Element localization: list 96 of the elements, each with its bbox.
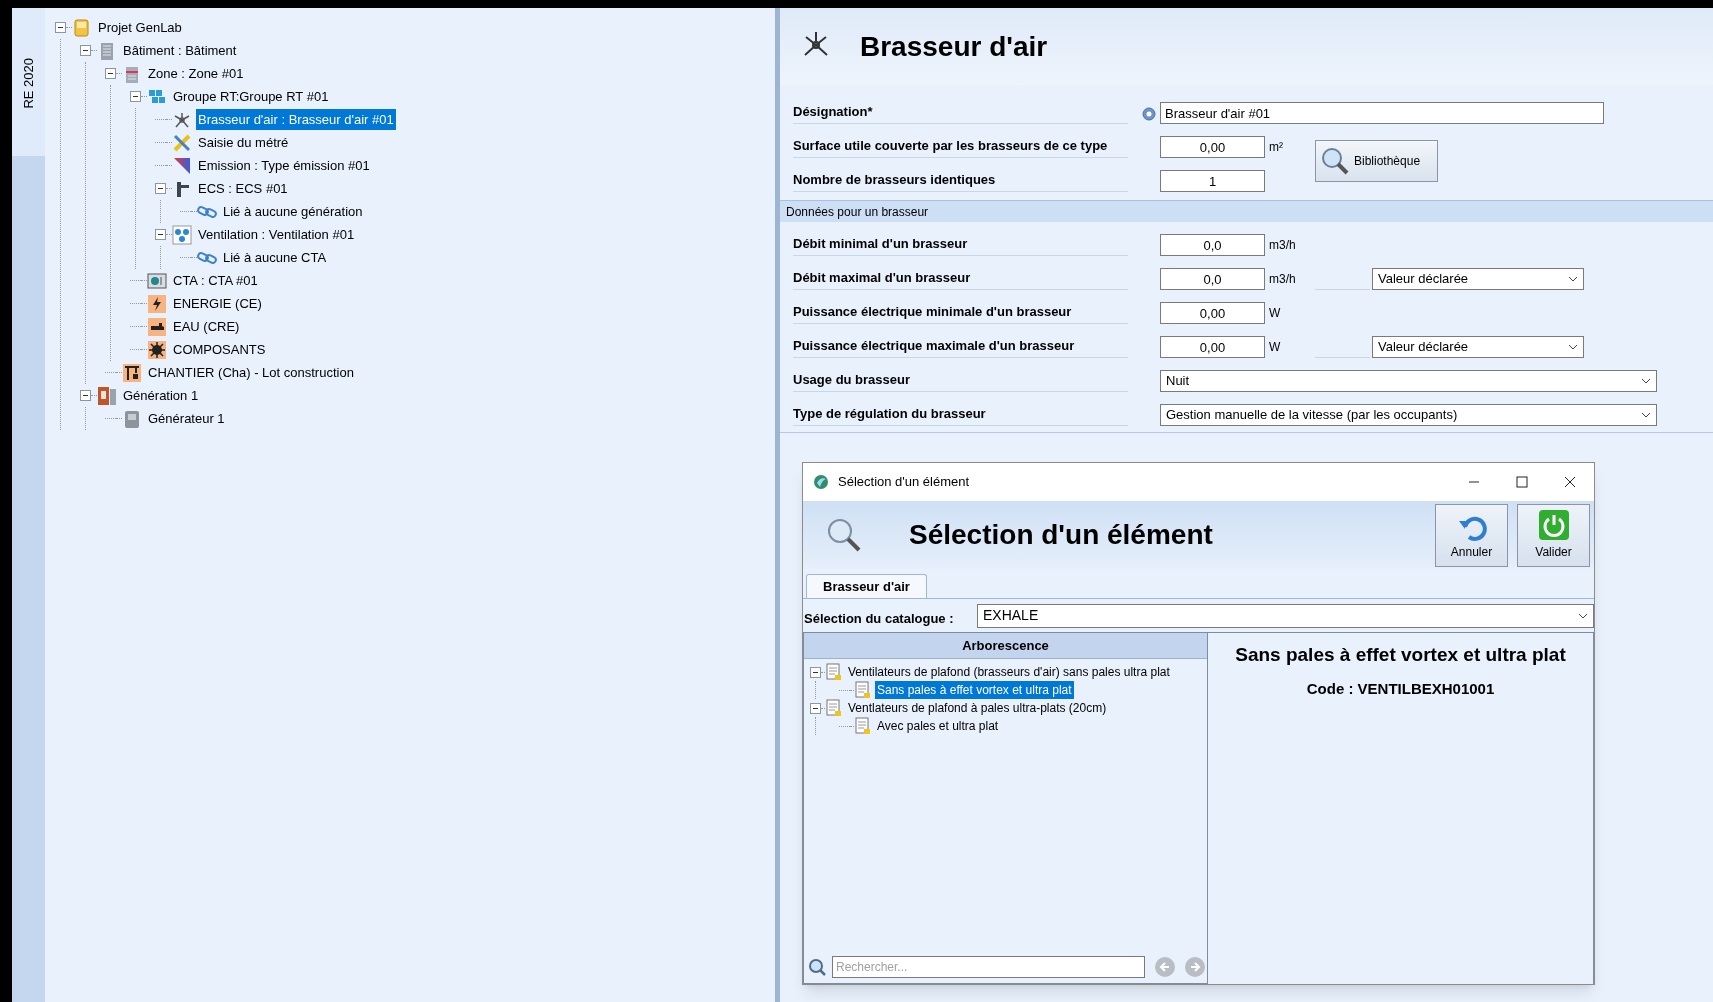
input-field[interactable]: Brasseur d'air #01 [1160,102,1604,124]
field-label: Type de régulation du brasseur [793,403,1128,426]
input-field[interactable]: 0,0 [1160,268,1265,290]
gradient-icon [172,155,192,176]
search-icon [808,958,826,976]
unit-label: m² [1269,139,1283,154]
library-button[interactable]: Bibliothèque [1315,140,1438,182]
tree-item[interactable]: Emission : Type émission #01 [196,154,372,177]
collapse-toggle[interactable] [105,68,116,79]
detail-code: Code : VENTILBEXH01001 [1306,678,1495,699]
maximize-icon [1516,476,1528,488]
document-icon [825,699,842,717]
tree-item[interactable]: Lié à aucune CTA [221,246,329,269]
document-icon [825,663,842,681]
dialog-button[interactable]: Valider [1517,503,1590,567]
field-label: Puissance électrique maximale d'un brasseur [793,335,1128,358]
field-label: Surface utile couverte par les brasseurs de ce type [793,135,1128,158]
power-icon [1537,509,1570,541]
collapse-toggle[interactable] [810,666,821,678]
search-field[interactable]: Rechercher... [832,956,1145,978]
field-label: Nombre de brasseurs identiques [793,169,1128,192]
field-label: Usage du brasseur [793,369,1128,392]
document-icon [854,717,871,735]
tree-item[interactable]: Bâtiment : Bâtiment [121,39,239,62]
collapse-toggle[interactable] [155,229,166,240]
tree-item[interactable]: ECS : ECS #01 [196,177,290,200]
tree-item[interactable]: Lié à aucune génération [221,200,365,223]
field-label: Sélection du catalogue : [803,609,955,628]
tree-item[interactable]: CHANTIER (Cha) - Lot construction [146,361,356,384]
tree-item[interactable]: Ventilation : Ventilation #01 [196,223,357,246]
input-field[interactable]: 0,00 [1160,136,1265,158]
unit-label: W [1269,339,1281,354]
tab[interactable]: Brasseur d'air [806,574,927,598]
collapse-toggle[interactable] [80,45,91,56]
tree-item[interactable]: EAU (CRE) [171,315,242,338]
field-label: Débit minimal d'un brasseur [793,233,1128,256]
arrow-right-icon [1189,961,1201,973]
input-field[interactable]: 0,00 [1160,302,1265,324]
dialog-heading: Sélection d'un élément [909,518,1214,552]
tree-item[interactable]: Sans pales à effet vortex et ultra plat [875,681,1074,699]
collapse-toggle[interactable] [55,22,66,33]
tree-item[interactable]: COMPOSANTS [171,338,268,361]
chevron-down-icon [1578,612,1588,619]
tree-item[interactable]: Ventilateurs de plafond (brasseurs d'air) sans pales ultra plat [846,663,1172,681]
dropdown[interactable]: Valeur déclarée [1372,336,1584,358]
help-icon [1142,107,1156,121]
field-label: Puissance électrique minimale d'un brasseur [793,301,1128,324]
unit-label: W [1269,305,1281,320]
dropdown[interactable]: Gestion manuelle de la vitesse (par les occupants) [1160,404,1657,426]
arrow-left-icon [1159,961,1171,973]
input-field[interactable]: 1 [1160,170,1265,192]
input-field[interactable]: 0,0 [1160,234,1265,256]
unit-icon [147,270,167,291]
chevron-down-icon [1568,344,1578,350]
close-icon [1564,476,1576,488]
tree-item[interactable]: Avec pales et ultra plat [875,717,1001,735]
detail-title: Sans pales à effet vortex et ultra plat [1235,643,1566,667]
collapse-toggle[interactable] [80,390,91,401]
tree-item[interactable]: Groupe RT:Groupe RT #01 [171,85,331,108]
dropdown[interactable]: EXHALE [977,603,1594,628]
window-title: Sélection d'un élément [838,473,971,492]
field-label: Débit maximal d'un brasseur [793,267,1128,290]
search-icon [1320,146,1350,176]
tree-item[interactable]: ENERGIE (CE) [171,292,264,315]
tree-item[interactable]: Ventlateurs de plafond à pales ultra-plats (20cm) [846,699,1109,717]
gear-icon [147,339,167,360]
search-icon [825,516,863,554]
tree-item[interactable]: Brasseur d'air : Brasseur d'air #01 [196,108,396,131]
unit-label: m3/h [1269,237,1296,252]
leaf-icon [813,474,829,490]
collapse-toggle[interactable] [810,702,821,714]
faucet-icon [147,316,167,337]
tree-item[interactable]: CTA : CTA #01 [171,269,260,292]
chevron-down-icon [1641,378,1651,384]
tree-item[interactable]: Générateur 1 [146,407,227,430]
field-label: Désignation* [793,101,1128,124]
tree-item[interactable]: Zone : Zone #01 [146,62,246,85]
chevron-down-icon [1641,412,1651,418]
tree-item[interactable]: Génération 1 [121,384,201,407]
chevron-down-icon [1568,276,1578,282]
collapse-toggle[interactable] [155,183,166,194]
input-field[interactable]: 0,00 [1160,336,1265,358]
dialog-button[interactable]: Annuler [1435,503,1508,567]
ruler-pencil-icon [172,132,192,153]
dropdown[interactable]: Valeur déclarée [1372,268,1584,290]
column-header: Arborescence [804,633,1207,659]
unit-label: m3/h [1269,271,1296,286]
collapse-toggle[interactable] [130,91,141,102]
lightning-icon [147,293,167,314]
form-title: Brasseur d'air [860,29,1048,64]
section-title: Données pour un brasseur [786,203,929,221]
dropdown[interactable]: Nuit [1160,370,1657,392]
tree-item[interactable]: Saisie du métré [196,131,291,154]
document-icon [72,17,92,38]
document-icon [854,681,871,699]
tree-item[interactable]: Projet GenLab [96,16,184,39]
